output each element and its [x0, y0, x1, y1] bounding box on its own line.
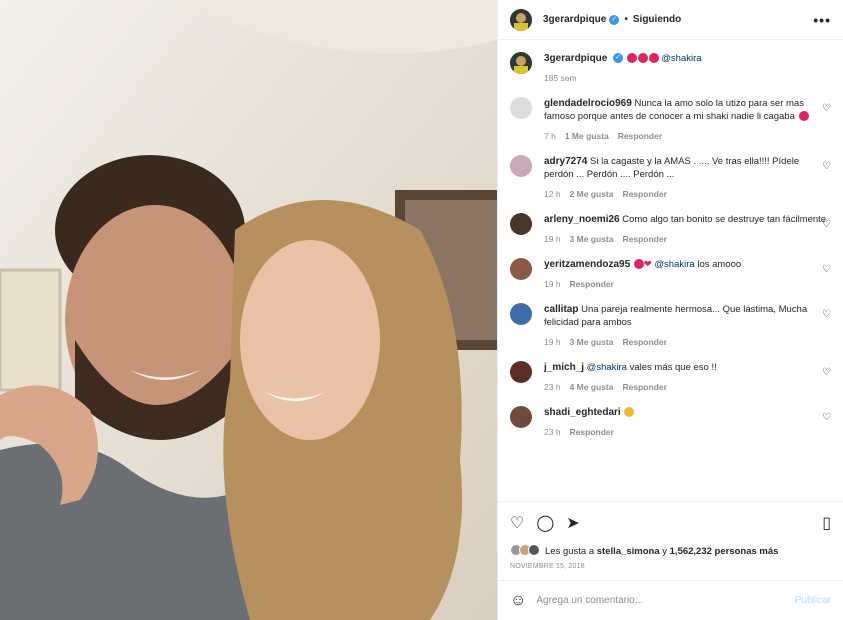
caption: 3gerardpique ✓ @shakira 185 sem	[510, 40, 831, 83]
verified-icon: ✓	[613, 53, 623, 64]
heart-icon[interactable]: ♡	[510, 513, 524, 533]
likes-prefix: Les gusta a	[545, 545, 595, 557]
caption-mention[interactable]: @shakira	[661, 53, 701, 64]
comment-time: 23 h	[544, 382, 561, 392]
comment-username[interactable]: shadi_eghtedari	[544, 407, 621, 418]
red-heart-icon: ❤	[643, 259, 652, 270]
comment-likes[interactable]: 4 Me gusta	[570, 382, 614, 392]
reply-button[interactable]: Responder	[570, 279, 614, 289]
heart-eyes-emoji-icon	[648, 53, 659, 64]
commenter-avatar[interactable]	[510, 97, 532, 119]
comment-username[interactable]: arleny_noemi26	[544, 214, 620, 225]
angry-emoji-icon	[798, 111, 809, 122]
comment-like-heart-icon[interactable]: ♡	[822, 412, 831, 423]
caption-username[interactable]: 3gerardpique	[544, 53, 607, 64]
comment-likes[interactable]: 3 Me gusta	[570, 234, 614, 244]
commenter-avatar[interactable]	[510, 303, 532, 325]
likes-summary[interactable]: Les gusta a stella_simona y 1,562,232 pe…	[498, 543, 843, 559]
comment-item: glendadelrocio969 Nunca la amo solo la u…	[510, 97, 831, 141]
heart-eyes-emoji-icon	[633, 259, 644, 270]
comment-item: adry7274 Si la cagaste y la AMAS . .... …	[510, 155, 831, 199]
heart-eyes-emoji-icon	[637, 53, 648, 64]
comment-likes[interactable]: 3 Me gusta	[570, 337, 614, 347]
post-sidebar: 3gerardpique ✓ • Siguiendo ••• 3gerardpi…	[497, 0, 843, 620]
comment-username[interactable]: adry7274	[544, 156, 587, 167]
comment-like-heart-icon[interactable]: ♡	[822, 103, 831, 114]
comment-username[interactable]: yeritzamendoza95	[544, 259, 630, 270]
follow-status-button[interactable]: Siguiendo	[633, 14, 681, 25]
reply-button[interactable]: Responder	[622, 234, 666, 244]
liker-avatars	[510, 543, 540, 559]
comment-text: Como algo tan bonito se destruye tan fác…	[622, 214, 827, 225]
send-icon[interactable]: ➤	[566, 513, 579, 533]
sad-emoji-icon	[624, 407, 635, 418]
likes-count[interactable]: 1,562,232 personas más	[670, 546, 779, 557]
commenter-avatar[interactable]	[510, 213, 532, 235]
more-options-icon[interactable]: •••	[813, 12, 831, 28]
author-avatar[interactable]	[510, 8, 532, 31]
comment-item: shadi_eghtedari 23 h Responder ♡	[510, 406, 831, 437]
author-avatar[interactable]	[510, 52, 532, 74]
comment-time: 19 h	[544, 234, 561, 244]
separator-dot: •	[624, 14, 628, 25]
commenter-avatar[interactable]	[510, 406, 532, 428]
post-date: NOVIEMBRE 15, 2018	[510, 563, 585, 570]
comment-text: vales más que eso !!	[629, 362, 717, 373]
emoji-picker-icon[interactable]: ☺	[510, 592, 526, 610]
commenter-avatar[interactable]	[510, 155, 532, 177]
verified-icon: ✓	[609, 14, 620, 25]
comment-icon[interactable]: ◯	[536, 513, 554, 533]
comment-item: arleny_noemi26 Como algo tan bonito se d…	[510, 213, 831, 244]
reply-button[interactable]: Responder	[622, 189, 666, 199]
reply-button[interactable]: Responder	[622, 382, 666, 392]
comment-time: 19 h	[544, 337, 561, 347]
comment-item: j_mich_j @shakira vales más que eso !! 2…	[510, 361, 831, 392]
post-photo[interactable]	[0, 0, 497, 620]
reply-button[interactable]: Responder	[570, 427, 614, 437]
add-comment-bar: ☺ Agrega un comentario... Publicar	[498, 580, 843, 620]
publish-button[interactable]: Publicar	[795, 595, 831, 606]
comment-username[interactable]: j_mich_j	[544, 362, 584, 373]
comment-mention[interactable]: @shakira	[587, 362, 627, 373]
commenter-avatar[interactable]	[510, 258, 532, 280]
comment-time: 12 h	[544, 189, 561, 199]
heart-eyes-emoji-icon	[626, 53, 637, 64]
instagram-post: 3gerardpique ✓ • Siguiendo ••• 3gerardpi…	[0, 0, 843, 620]
comment-text: Una pareja realmente hermosa... Que lást…	[544, 304, 808, 328]
caption-time: 185 sem	[544, 73, 577, 83]
comment-item: callitap Una pareja realmente hermosa...…	[510, 303, 831, 347]
bookmark-icon[interactable]: ▯	[822, 513, 831, 533]
comment-username[interactable]: glendadelrocio969	[544, 98, 632, 109]
comment-item: yeritzamendoza95 ❤ @shakira los amooo 19…	[510, 258, 831, 289]
comment-time: 7 h	[544, 131, 556, 141]
author-username[interactable]: 3gerardpique	[543, 14, 606, 25]
post-header: 3gerardpique ✓ • Siguiendo •••	[498, 0, 843, 40]
commenter-avatar[interactable]	[510, 361, 532, 383]
comment-like-heart-icon[interactable]: ♡	[822, 264, 831, 275]
comment-likes[interactable]: 1 Me gusta	[565, 131, 609, 141]
comment-like-heart-icon[interactable]: ♡	[822, 309, 831, 320]
comment-time: 19 h	[544, 279, 561, 289]
comment-likes[interactable]: 2 Me gusta	[570, 189, 614, 199]
reply-button[interactable]: Responder	[622, 337, 666, 347]
comment-time: 23 h	[544, 427, 561, 437]
comments-list[interactable]: 3gerardpique ✓ @shakira 185 sem glendade…	[498, 40, 843, 501]
photo-illustration	[0, 0, 497, 620]
liker-username[interactable]: stella_simona	[597, 546, 660, 557]
comment-like-heart-icon[interactable]: ♡	[822, 367, 831, 378]
likes-and: y	[662, 545, 667, 557]
action-bar: ♡ ◯ ➤ ▯	[498, 501, 843, 543]
comment-like-heart-icon[interactable]: ♡	[822, 219, 831, 230]
comment-input[interactable]: Agrega un comentario...	[536, 595, 643, 606]
reply-button[interactable]: Responder	[618, 131, 662, 141]
comment-text: los amooo	[697, 259, 742, 270]
comment-mention[interactable]: @shakira	[654, 259, 694, 270]
comment-like-heart-icon[interactable]: ♡	[822, 161, 831, 172]
comment-username[interactable]: callitap	[544, 304, 578, 315]
